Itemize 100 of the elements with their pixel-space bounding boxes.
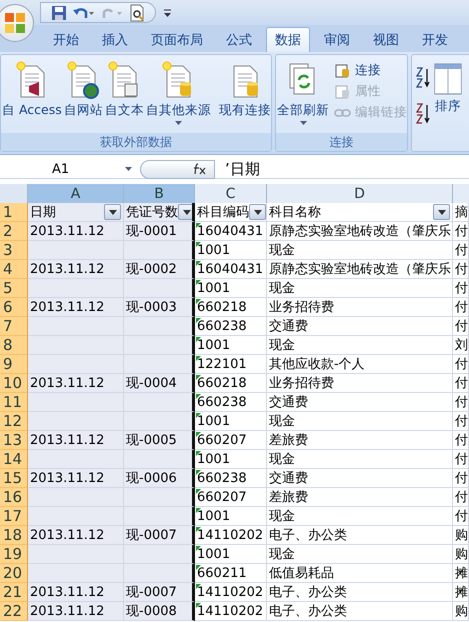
table-cell: 付 — [453, 488, 469, 507]
ribbon-button[interactable]: 自 Access — [1, 60, 63, 119]
caret-icon — [108, 210, 116, 214]
table-cell: 现-0005 — [124, 431, 195, 450]
filter-button[interactable] — [178, 204, 192, 220]
insert-function-button[interactable] — [140, 160, 215, 178]
table-cell: 1001 — [195, 279, 267, 298]
column-header[interactable]: A — [28, 184, 124, 204]
table-cell: 2013.11.12 — [28, 602, 124, 621]
table-cell: 1001 — [195, 507, 267, 526]
sort-descending-icon[interactable] — [415, 102, 431, 124]
filter-button[interactable] — [104, 204, 121, 220]
row-header[interactable]: 14 — [0, 450, 28, 469]
table-cell: 差旅费 — [267, 431, 453, 450]
table-cell: 电子、办公类 — [267, 583, 453, 602]
table-cell: 付 — [453, 431, 469, 450]
row-header[interactable]: 13 — [0, 431, 28, 450]
ribbon-tab[interactable]: 视图 — [364, 27, 408, 52]
ribbon-tab[interactable]: 插入 — [93, 27, 137, 52]
row-header[interactable]: 1 — [0, 203, 28, 222]
office-button[interactable] — [0, 4, 34, 42]
row-header[interactable]: 16 — [0, 488, 28, 507]
table-cell: 现-0008 — [124, 602, 195, 621]
ribbon-tab[interactable]: 开始 — [44, 27, 88, 52]
column-header[interactable]: C — [195, 184, 267, 204]
filter-button[interactable] — [249, 204, 266, 220]
ribbon-button[interactable]: 全部刷新 — [276, 60, 330, 125]
row-header[interactable]: 18 — [0, 526, 28, 545]
table-cell: 2013.11.12 — [28, 222, 124, 241]
table-cell: 16040431 — [195, 260, 267, 279]
row-header[interactable]: 12 — [0, 412, 28, 431]
table-cell: 交通费 — [267, 393, 453, 412]
table-cell: 14110202 — [195, 602, 267, 621]
row-header[interactable]: 15 — [0, 469, 28, 488]
customize-toolbar-icon[interactable] — [164, 8, 171, 16]
table-cell: 交通费 — [267, 317, 453, 336]
ribbon-tab[interactable]: 开发 — [413, 27, 457, 52]
table-cell: 660218 — [195, 374, 267, 393]
caret-icon — [438, 210, 446, 214]
save-icon[interactable] — [51, 4, 67, 20]
table-cell: 摊 — [453, 564, 469, 583]
ribbon-tab[interactable]: 页面布局 — [142, 27, 212, 52]
sort-ascending-icon[interactable] — [415, 66, 431, 88]
row-header[interactable]: 4 — [0, 260, 28, 279]
table-cell: 付 — [453, 469, 469, 488]
ribbon-button[interactable]: 自文本 — [104, 60, 145, 119]
ribbon-tab[interactable]: 审阅 — [315, 27, 359, 52]
row-header[interactable]: 7 — [0, 317, 28, 336]
row-header[interactable]: 5 — [0, 279, 28, 298]
table-cell — [124, 507, 195, 526]
filter-button[interactable] — [433, 204, 450, 220]
row-header[interactable]: 22 — [0, 602, 28, 621]
row-header[interactable]: 11 — [0, 393, 28, 412]
table-cell: 现金 — [267, 412, 453, 431]
row-header[interactable]: 9 — [0, 355, 28, 374]
office-logo — [3, 11, 27, 35]
row-header[interactable]: 6 — [0, 298, 28, 317]
table-cell: 1001 — [195, 450, 267, 469]
table-cell: 付 — [453, 507, 469, 526]
undo-icon[interactable] — [73, 6, 95, 20]
group-label: 连接 — [276, 133, 407, 151]
table-cell: 现金 — [267, 545, 453, 564]
table-cell: 2013.11.12 — [28, 298, 124, 317]
row-header[interactable]: 2 — [0, 222, 28, 241]
table-cell — [124, 355, 195, 374]
table-cell: 现金 — [267, 279, 453, 298]
table-cell: 购 — [453, 602, 469, 621]
table-cell: 交通费 — [267, 469, 453, 488]
column-header[interactable]: B — [124, 184, 195, 204]
row-header[interactable]: 8 — [0, 336, 28, 355]
table-cell: 付 — [453, 355, 469, 374]
row-header[interactable]: 21 — [0, 583, 28, 602]
row-header[interactable]: 20 — [0, 564, 28, 583]
row-header[interactable]: 10 — [0, 374, 28, 393]
ribbon-tab[interactable]: 公式 — [217, 27, 261, 52]
print-preview-icon[interactable] — [129, 4, 145, 22]
ribbon-button[interactable]: 自网站 — [62, 60, 104, 119]
ribbon-tab[interactable]: 数据 — [266, 27, 310, 52]
header-cell: 凭证号数 — [124, 203, 195, 222]
name-box[interactable]: A1 — [0, 160, 140, 178]
table-cell: 现-0006 — [124, 469, 195, 488]
table-cell — [124, 393, 195, 412]
column-header[interactable]: D — [267, 184, 453, 204]
row-header[interactable]: 19 — [0, 545, 28, 564]
ribbon-button[interactable]: 现有连接 — [218, 60, 272, 119]
table-cell: 2013.11.12 — [28, 431, 124, 450]
table-cell: 付 — [453, 450, 469, 469]
row-header[interactable]: 3 — [0, 241, 28, 260]
ribbon-button[interactable]: 自其他来源 — [144, 60, 212, 125]
table-cell: 付 — [453, 412, 469, 431]
ribbon-button[interactable]: 排序 — [433, 60, 463, 115]
table-cell: 现-0003 — [124, 298, 195, 317]
ribbon-small-button[interactable]: 连接 — [334, 60, 407, 81]
formula-field[interactable]: ’日期 — [215, 160, 469, 178]
table-cell: 660211 — [195, 564, 267, 583]
row-header[interactable]: 17 — [0, 507, 28, 526]
table-cell: 付 — [453, 393, 469, 412]
table-cell: 1001 — [195, 241, 267, 260]
table-cell — [124, 317, 195, 336]
table-cell: 现-0007 — [124, 583, 195, 602]
